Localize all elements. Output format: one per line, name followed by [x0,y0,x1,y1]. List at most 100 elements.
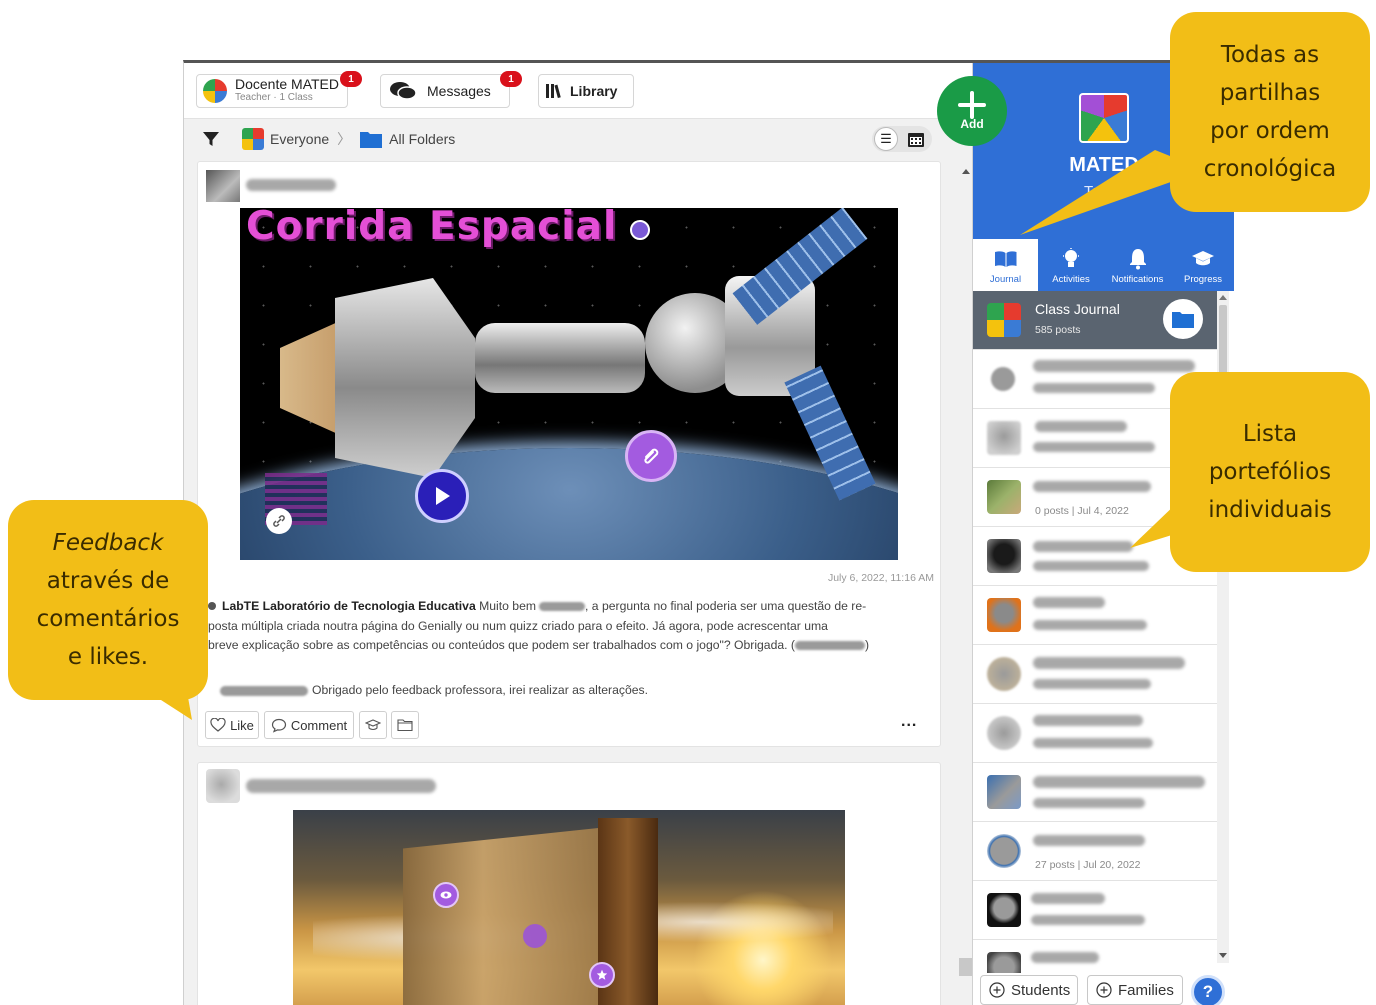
callout-line: através de [46,568,170,594]
help-button[interactable]: ? [1191,975,1225,1005]
filter-icon[interactable] [201,129,221,149]
student-meta: 0 posts | Jul 4, 2022 [1035,505,1129,517]
class-journal-count: 585 posts [1035,324,1081,336]
class-journal-item[interactable]: Class Journal 585 posts [973,291,1217,350]
class-avatar [203,79,227,103]
class-icon [242,128,264,150]
students-button[interactable]: Students [980,975,1078,1005]
comment-text: Obrigado pelo feedback professora, irei … [312,683,649,697]
student-item[interactable] [973,645,1217,704]
attachment-button[interactable] [625,430,677,482]
folder-button[interactable] [391,711,419,739]
student-item[interactable] [973,881,1217,940]
sidebar-tabs: Journal Activities Notifications Progres… [973,239,1234,291]
students-label: Students [1011,981,1071,999]
student-avatar [987,893,1021,927]
graduation-cap-icon [1192,251,1214,266]
list-view-icon[interactable]: ☰ [874,127,898,151]
class-logo [1079,93,1129,143]
skills-button[interactable] [359,711,387,739]
student-item[interactable] [973,763,1217,822]
student-name-redacted [1033,481,1151,492]
top-bar: Docente MATED Teacher · 1 Class 1 Messag… [184,63,972,115]
account-button[interactable]: Docente MATED Teacher · 1 Class 1 [196,71,362,108]
scroll-up-arrow[interactable] [1219,295,1227,300]
post-timestamp: July 6, 2022, 11:16 AM [827,572,934,584]
author-avatar [206,170,240,202]
student-meta-redacted [1033,798,1145,808]
callout-line: Lista [1242,421,1298,447]
sidebar-footer: Students Families ? [973,973,1234,1005]
tab-notifications-label: Notifications [1111,274,1164,285]
star-hotspot[interactable] [589,962,615,988]
comment-text-b: , a pergunta no final poderia ser uma qu… [585,599,867,613]
families-button[interactable]: Families [1087,975,1183,1005]
tab-journal[interactable]: Journal [973,239,1038,291]
calendar-icon[interactable] [907,130,925,148]
scroll-down-arrow[interactable] [1219,953,1227,958]
plus-icon [958,91,986,119]
more-options-button[interactable]: ... [901,713,917,731]
view-toggle[interactable]: ☰ [872,126,932,152]
help-icon: ? [1202,982,1214,1001]
callout-line: partilhas [1219,80,1321,106]
plus-circle-icon [1096,982,1112,998]
comment-line-3b: ) [864,638,870,652]
scroll-up-arrow[interactable] [962,169,970,174]
account-sub: Teacher · 1 Class [235,92,313,103]
scroll-thumb[interactable] [959,958,972,976]
feed-scrollbar[interactable] [959,158,972,1005]
comment-author[interactable]: LabTE Laboratório de Tecnologia Educativ… [222,599,476,613]
play-icon [436,487,450,505]
messages-label: Messages [427,83,491,99]
comment-button[interactable]: Comment [264,711,354,739]
name-redacted [539,602,586,612]
account-badge: 1 [340,71,362,87]
link-button[interactable] [266,508,292,534]
folder-label[interactable]: All Folders [389,131,455,147]
comment-text-a: Muito bem [479,599,537,613]
student-meta: 27 posts | Jul 20, 2022 [1035,859,1141,871]
student-item[interactable] [973,586,1217,645]
post-image[interactable]: Corrida Espacial [240,208,898,560]
student-avatar [987,657,1021,691]
like-button[interactable]: Like [205,711,259,739]
everyone-filter[interactable]: Everyone 〉 All Folders [242,127,455,151]
student-meta-redacted [1033,679,1151,689]
bell-icon [1129,249,1146,270]
add-button[interactable]: Add [937,76,1007,146]
student-avatar [987,775,1021,809]
view-hotspot[interactable] [433,882,459,908]
post-image[interactable] [293,810,845,1005]
name-redacted [794,641,865,651]
folder-circle-button[interactable] [1163,299,1203,339]
callout-portfolios: Lista portefólios individuais [1170,372,1370,572]
messages-button[interactable]: Messages 1 [380,71,522,108]
student-avatar [987,421,1021,455]
student-item[interactable]: 27 posts | Jul 20, 2022 [973,822,1217,881]
comment-teacher: LabTE Laboratório de Tecnologia Educativ… [208,597,933,656]
eye-icon [440,891,452,899]
student-meta-redacted [1033,561,1149,571]
info-dot-icon[interactable] [630,220,650,240]
info-hotspot[interactable] [523,924,547,948]
library-button[interactable]: Library [538,74,634,108]
student-item[interactable] [973,704,1217,763]
comment-line-2: posta múltipla criada noutra página do G… [208,618,828,633]
callout-line: cronológica [1203,156,1337,182]
play-button[interactable] [415,469,469,523]
student-name-redacted [1033,541,1133,552]
tab-progress[interactable]: Progress [1171,239,1234,291]
tab-progress-label: Progress [1183,274,1222,285]
post-card [197,762,941,1005]
author-avatar [206,769,240,803]
callout-line: Todas as [1220,42,1320,68]
journal-feed: Corrida Espacial July 6, 2022, 11:16 AM … [184,158,959,1005]
tab-notifications[interactable]: Notifications [1104,239,1171,291]
star-icon [596,969,608,980]
student-name-redacted [1031,893,1105,904]
post-actions: Like Comment ... [205,711,935,741]
tab-activities[interactable]: Activities [1038,239,1104,291]
tab-journal-label: Journal [989,274,1022,285]
heart-icon [210,718,226,732]
